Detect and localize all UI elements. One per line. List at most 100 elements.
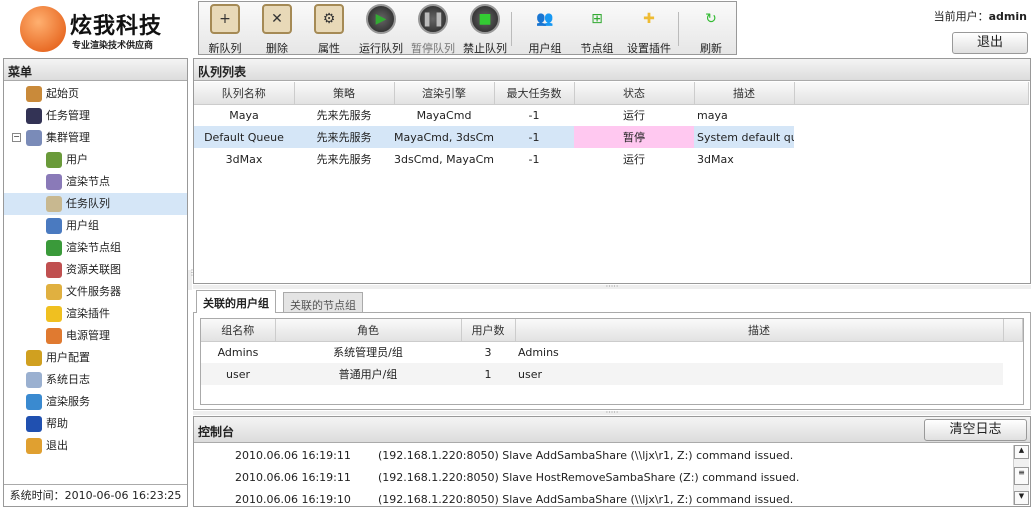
column-header[interactable]: 队列名称 <box>194 82 295 105</box>
toolbar-button-user-group[interactable]: 👥 用户组 <box>519 2 571 56</box>
group-cell: 系统管理员/组 <box>333 346 403 360</box>
tab-content: 组名称 角色 用户数 描述 Admins 系统管理员/组 3 Admins user 普通用户/组… <box>193 312 1031 410</box>
column-header[interactable]: 描述 <box>515 319 1004 342</box>
horizontal-splitter-2[interactable]: ····· <box>193 409 1031 417</box>
menu-icon <box>26 438 42 454</box>
tab-user-groups[interactable]: 关联的用户组 <box>196 290 276 313</box>
menu-item-label: 用户 <box>66 153 88 166</box>
group-cell: user <box>226 367 250 381</box>
menu-item-5[interactable]: 任务队列 <box>4 193 187 215</box>
scroll-down-icon[interactable]: ▼ <box>1014 491 1029 505</box>
queue-row[interactable]: Maya 先来先服务 MayaCmd -1 运行 maya <box>194 104 1029 126</box>
toolbar-button-pause[interactable]: ❚❚ 暂停队列 <box>407 2 459 56</box>
column-header[interactable]: 状态 <box>574 82 695 105</box>
group-row[interactable]: Admins 系统管理员/组 3 Admins <box>201 341 1023 363</box>
menu-icon <box>46 306 62 322</box>
tab-node-groups[interactable]: 关联的节点组 <box>283 292 363 312</box>
toolbar-label: 属性 <box>318 42 340 55</box>
menu-item-15[interactable]: 帮助 <box>26 413 68 435</box>
toolbar-button-node-group[interactable]: ⊞ 节点组 <box>571 2 623 56</box>
menu-item-1[interactable]: 任务管理 <box>26 105 90 127</box>
toolbar-button-delete[interactable]: ✕ 删除 <box>251 2 303 56</box>
column-header[interactable]: 组名称 <box>201 319 276 342</box>
menu-item-0[interactable]: 起始页 <box>26 83 79 105</box>
current-user: 当前用户：admin <box>934 8 1027 24</box>
menu-item-label: 集群管理 <box>46 131 90 144</box>
menu-item-label: 系统日志 <box>46 373 90 386</box>
toolbar-label: 暂停队列 <box>411 42 455 55</box>
console-scrollbar[interactable]: ▲ ≡ ▼ <box>1013 445 1029 505</box>
menu-item-14[interactable]: 渲染服务 <box>26 391 90 413</box>
console-panel: 控制台 清空日志 2010.06.06 16:19:11 (192.168.1.2… <box>193 416 1031 507</box>
column-header[interactable]: 描述 <box>694 82 795 105</box>
menu-item-label: 渲染节点组 <box>66 241 121 254</box>
toolbar-button-new-queue[interactable]: + 新队列 <box>199 2 251 56</box>
menu-item-11[interactable]: 电源管理 <box>46 325 110 347</box>
properties-icon: ⚙ <box>314 4 344 34</box>
toolbar-label: 禁止队列 <box>463 42 507 55</box>
menu-icon <box>46 328 62 344</box>
toolbar-button-stop[interactable]: ■ 禁止队列 <box>459 2 511 56</box>
toolbar-button-play[interactable]: ▶ 运行队列 <box>355 2 407 56</box>
column-header-filler <box>794 82 1029 105</box>
queue-row[interactable]: 3dMax 先来先服务 3dsCmd, MayaCmd -1 运行 3dMax <box>194 148 1029 170</box>
toolbar-button-plugin[interactable]: ✚ 设置插件 <box>623 2 675 56</box>
menu-item-6[interactable]: 用户组 <box>46 215 99 237</box>
column-header[interactable]: 策略 <box>294 82 395 105</box>
horizontal-splitter[interactable]: ····· <box>193 283 1031 291</box>
column-header[interactable]: 最大任务数 <box>494 82 575 105</box>
group-row[interactable]: user 普通用户/组 1 user <box>201 363 1023 385</box>
menu-item-label: 起始页 <box>46 87 79 100</box>
current-user-name: admin <box>988 10 1027 23</box>
menu-item-16[interactable]: 退出 <box>26 435 68 457</box>
vertical-splitter[interactable]: ⋮ <box>188 269 196 290</box>
group-cell-empty <box>1003 341 1023 363</box>
queue-cell: 3dMax <box>697 152 734 166</box>
menu-icon <box>26 372 42 388</box>
menu-item-8[interactable]: 资源关联图 <box>46 259 121 281</box>
toolbar-label: 运行队列 <box>359 42 403 55</box>
log-time: 2010.06.06 16:19:11 <box>235 471 351 484</box>
column-header-filler <box>1003 319 1023 342</box>
new-queue-icon: + <box>210 4 240 34</box>
toolbar-label: 用户组 <box>528 42 562 55</box>
logout-button[interactable]: 退出 <box>952 32 1028 54</box>
menu-icon <box>26 394 42 410</box>
column-header[interactable]: 角色 <box>275 319 462 342</box>
system-time: 系统时间：2010-06-06 16:23:25 <box>4 484 187 506</box>
queue-cell: 先来先服务 <box>316 153 372 166</box>
menu-icon <box>26 350 42 366</box>
toolbar-button-refresh[interactable]: ↻ 刷新 <box>685 2 737 56</box>
menu-item-label: 任务队列 <box>66 197 110 210</box>
scroll-thumb[interactable]: ≡ <box>1014 467 1029 485</box>
menu-item-9[interactable]: 文件服务器 <box>46 281 121 303</box>
queue-cell: 运行 <box>623 109 645 123</box>
log-message: (192.168.1.220:8050) Slave AddSambaShare… <box>378 493 794 506</box>
menu-icon <box>46 262 62 278</box>
menu-item-4[interactable]: 渲染节点 <box>46 171 110 193</box>
collapse-icon[interactable]: − <box>12 133 21 142</box>
log-message: (192.168.1.220:8050) Slave HostRemoveSam… <box>378 471 800 484</box>
queue-cell: MayaCmd <box>416 108 472 122</box>
menu-item-2[interactable]: − 集群管理 <box>12 127 90 149</box>
menu-item-label: 渲染插件 <box>66 307 110 320</box>
menu-item-13[interactable]: 系统日志 <box>26 369 90 391</box>
log-message: (192.168.1.220:8050) Slave AddSambaShare… <box>378 449 794 462</box>
queue-cell: -1 <box>528 152 540 166</box>
column-header[interactable]: 用户数 <box>461 319 516 342</box>
current-user-label: 当前用户： <box>933 10 989 23</box>
menu-item-3[interactable]: 用户 <box>46 149 88 171</box>
queue-row[interactable]: Default Queue 先来先服务 MayaCmd, 3dsCmd, -1 暂停 Sy… <box>194 126 1029 148</box>
clear-log-button[interactable]: 清空日志 <box>924 419 1027 441</box>
menu-item-7[interactable]: 渲染节点组 <box>46 237 121 259</box>
toolbar-button-properties[interactable]: ⚙ 属性 <box>303 2 355 56</box>
menu-icon <box>46 196 62 212</box>
column-header[interactable]: 渲染引擎 <box>394 82 495 105</box>
group-cell: 1 <box>484 367 492 381</box>
menu-item-10[interactable]: 渲染插件 <box>46 303 110 325</box>
queue-cell: Maya <box>229 108 259 122</box>
logo-subtitle: 专业渲染技术供应商 <box>72 41 154 51</box>
scroll-up-icon[interactable]: ▲ <box>1014 445 1029 459</box>
menu-item-label: 任务管理 <box>46 109 90 122</box>
menu-item-12[interactable]: 用户配置 <box>26 347 90 369</box>
